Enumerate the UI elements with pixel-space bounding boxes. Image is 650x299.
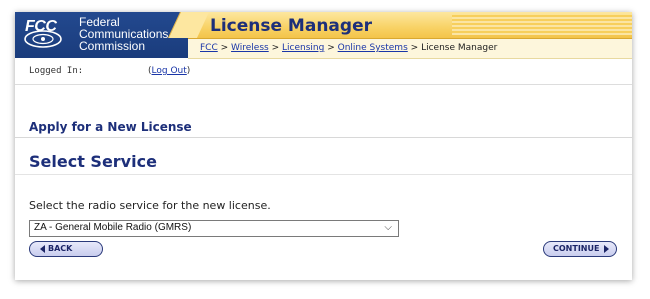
back-button[interactable]: BACK — [29, 241, 103, 257]
breadcrumb-separator: > — [220, 43, 229, 53]
breadcrumb-link-fcc[interactable]: FCC — [200, 43, 218, 53]
title-decoration — [452, 15, 632, 35]
fcc-logo[interactable]: FCC Federal Communications Commission — [15, 12, 188, 58]
breadcrumb-link-licensing[interactable]: Licensing — [282, 43, 324, 53]
back-button-label: BACK — [48, 244, 73, 253]
section-title: Apply for a New License — [29, 120, 192, 134]
logo-line: Commission — [79, 39, 146, 53]
arrow-left-icon — [40, 245, 45, 253]
breadcrumb-link-online-systems[interactable]: Online Systems — [338, 43, 408, 53]
instruction-text: Select the radio service for the new lic… — [29, 199, 271, 212]
logout-link[interactable]: Log Out — [152, 66, 187, 76]
divider — [15, 137, 632, 138]
page-frame: FCC Federal Communications Commission Li… — [15, 12, 632, 280]
breadcrumb: FCC > Wireless > Licensing > Online Syst… — [188, 39, 632, 59]
title-bar: License Manager — [188, 12, 632, 39]
breadcrumb-link-wireless[interactable]: Wireless — [231, 43, 269, 53]
logged-in-label: Logged In: — [29, 66, 84, 76]
logo-wordmark: FCC — [25, 18, 57, 35]
paren-close: ) — [186, 66, 191, 76]
page-title: Select Service — [29, 152, 157, 171]
breadcrumb-trail: FCC > Wireless > Licensing > Online Syst… — [200, 43, 497, 53]
service-select-value: ZA - General Mobile Radio (GMRS) — [34, 222, 192, 233]
breadcrumb-current: License Manager — [421, 43, 498, 53]
chevron-down-icon: ⌵ — [384, 222, 392, 233]
service-select[interactable]: ZA - General Mobile Radio (GMRS) ⌵ — [29, 220, 399, 237]
divider — [15, 174, 632, 175]
header: FCC Federal Communications Commission Li… — [15, 12, 632, 59]
breadcrumb-separator: > — [271, 43, 280, 53]
continue-button-label: CONTINUE — [553, 244, 600, 253]
logo-agency-name: Federal Communications Commission — [79, 16, 168, 52]
breadcrumb-separator: > — [410, 43, 419, 53]
divider — [15, 84, 632, 85]
arrow-right-icon — [604, 245, 609, 253]
continue-button[interactable]: CONTINUE — [543, 241, 617, 257]
breadcrumb-separator: > — [327, 43, 335, 53]
logout-wrapper: (Log Out) — [148, 66, 190, 76]
app-title: License Manager — [210, 16, 372, 36]
